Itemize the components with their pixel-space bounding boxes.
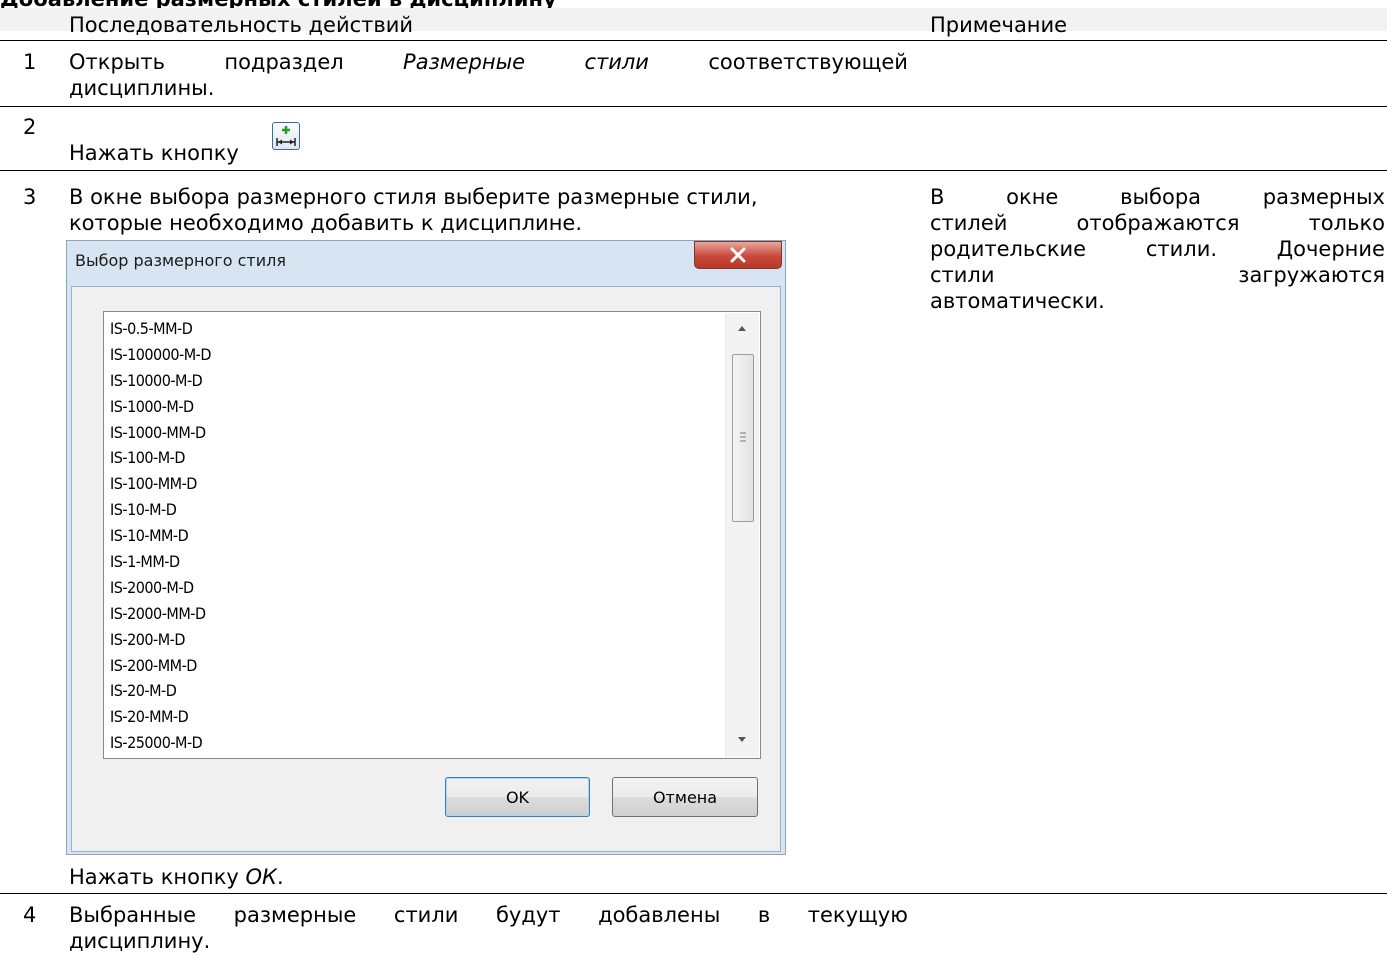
word: Выбранные [69, 903, 197, 927]
list-item[interactable]: IS-0.5-MM-D [110, 316, 211, 342]
step-1-line-1: Открыть подраздел Размерные стили соотве… [69, 49, 908, 75]
word: Открыть [69, 50, 165, 74]
step-number: 2 [23, 115, 37, 139]
word: стили [393, 903, 459, 927]
chevron-down-icon [738, 737, 746, 742]
list-item[interactable]: IS-100-MM-D [110, 471, 211, 497]
ok-button[interactable]: OK [445, 777, 590, 817]
dialog-close-button[interactable] [694, 241, 782, 269]
header-rule [0, 40, 1387, 41]
word: добавлены [598, 903, 721, 927]
list-item[interactable]: IS-25000-M-D [110, 730, 211, 756]
note-line-3: родительские стили. Дочерние [930, 236, 1385, 262]
word: подраздел [224, 50, 344, 74]
list-item[interactable]: IS-2000-MM-D [110, 601, 211, 627]
select-dimension-style-dialog: Выбор размерного стиля IS-0.5-MM-D IS-100… [66, 240, 786, 855]
list-item[interactable]: IS-10-M-D [110, 497, 211, 523]
dialog-title: Выбор размерного стиля [75, 251, 286, 270]
step-4-line-2: дисциплину. [69, 929, 211, 953]
list-items: IS-0.5-MM-D IS-100000-M-D IS-10000-M-D IS-1… [110, 316, 211, 756]
list-item[interactable]: IS-100-M-D [110, 445, 211, 471]
column-header-actions: Последовательность действий [69, 13, 414, 37]
word: в [757, 903, 771, 927]
step-2-text: Нажать кнопку [69, 141, 239, 165]
chevron-up-icon [738, 326, 746, 331]
emphasis-word: Размерные [403, 50, 526, 74]
list-item[interactable]: IS-100000-M-D [110, 342, 211, 368]
row-rule [0, 170, 1387, 171]
list-item[interactable]: IS-1-MM-D [110, 549, 211, 575]
step-3-after-text: Нажать кнопку ОК. [69, 864, 284, 890]
word: размерные [233, 903, 357, 927]
word: только [1308, 211, 1385, 235]
list-item[interactable]: IS-200-MM-D [110, 653, 211, 679]
note-line-1: В окне выбора размерных [930, 184, 1385, 210]
note-line-4: стили загружаются [930, 262, 1385, 288]
list-item[interactable]: IS-200-M-D [110, 627, 211, 653]
word: текущую [807, 903, 908, 927]
word: будут [495, 903, 561, 927]
row-rule [0, 106, 1387, 107]
word: выбора [1120, 185, 1202, 209]
list-scrollbar[interactable] [725, 313, 759, 757]
add-dimension-style-icon [276, 126, 296, 146]
list-item[interactable]: IS-10000-M-D [110, 368, 211, 394]
column-header-notes: Примечание [930, 13, 1068, 37]
grip-icon [740, 432, 746, 442]
scroll-down-button[interactable] [726, 725, 758, 755]
list-item[interactable]: IS-10-MM-D [110, 523, 211, 549]
step-3-line-1: В окне выбора размерного стиля выберите … [69, 185, 758, 209]
word: В [930, 185, 945, 209]
note-line-5: автоматически. [930, 289, 1105, 313]
list-item[interactable]: IS-2000-M-D [110, 575, 211, 601]
word: отображаются [1076, 211, 1240, 235]
close-icon [730, 247, 746, 263]
scroll-up-button[interactable] [726, 313, 758, 343]
step-number: 1 [23, 50, 37, 74]
word: размерных [1262, 185, 1385, 209]
add-dimension-style-button-icon [272, 122, 300, 150]
step-4-line-1: Выбранные размерные стили будут добавлен… [69, 902, 908, 928]
word: стили. [1145, 237, 1218, 261]
word: стили [930, 263, 995, 287]
note-line-2: стилей отображаются только [930, 210, 1385, 236]
row-rule [0, 893, 1387, 894]
emphasis-word: стили [584, 50, 649, 74]
step-number: 4 [23, 903, 37, 927]
after-text: Нажать кнопку [69, 865, 246, 889]
list-item[interactable]: IS-1000-M-D [110, 394, 211, 420]
after-end: . [276, 865, 284, 889]
list-item[interactable]: IS-20-MM-D [110, 704, 211, 730]
dimension-style-list[interactable]: IS-0.5-MM-D IS-100000-M-D IS-10000-M-D IS-1… [103, 311, 761, 759]
word: Дочерние [1276, 237, 1385, 261]
step-1-line-2: дисциплины. [69, 76, 215, 100]
after-emphasis: ОК [245, 865, 277, 889]
word: стилей [930, 211, 1008, 235]
dialog-client-area: IS-0.5-MM-D IS-100000-M-D IS-10000-M-D IS-1… [71, 286, 781, 852]
word: родительские [930, 237, 1087, 261]
word: окне [1006, 185, 1059, 209]
scroll-thumb[interactable] [732, 354, 754, 522]
list-item[interactable]: IS-20-M-D [110, 678, 211, 704]
cancel-button[interactable]: Отмена [612, 777, 758, 817]
step-number: 3 [23, 185, 37, 209]
step-3-line-2: которые необходимо добавить к дисциплине… [69, 211, 583, 235]
word: соответствующей [708, 50, 908, 74]
list-item[interactable]: IS-1000-MM-D [110, 420, 211, 446]
word: загружаются [1238, 263, 1385, 287]
